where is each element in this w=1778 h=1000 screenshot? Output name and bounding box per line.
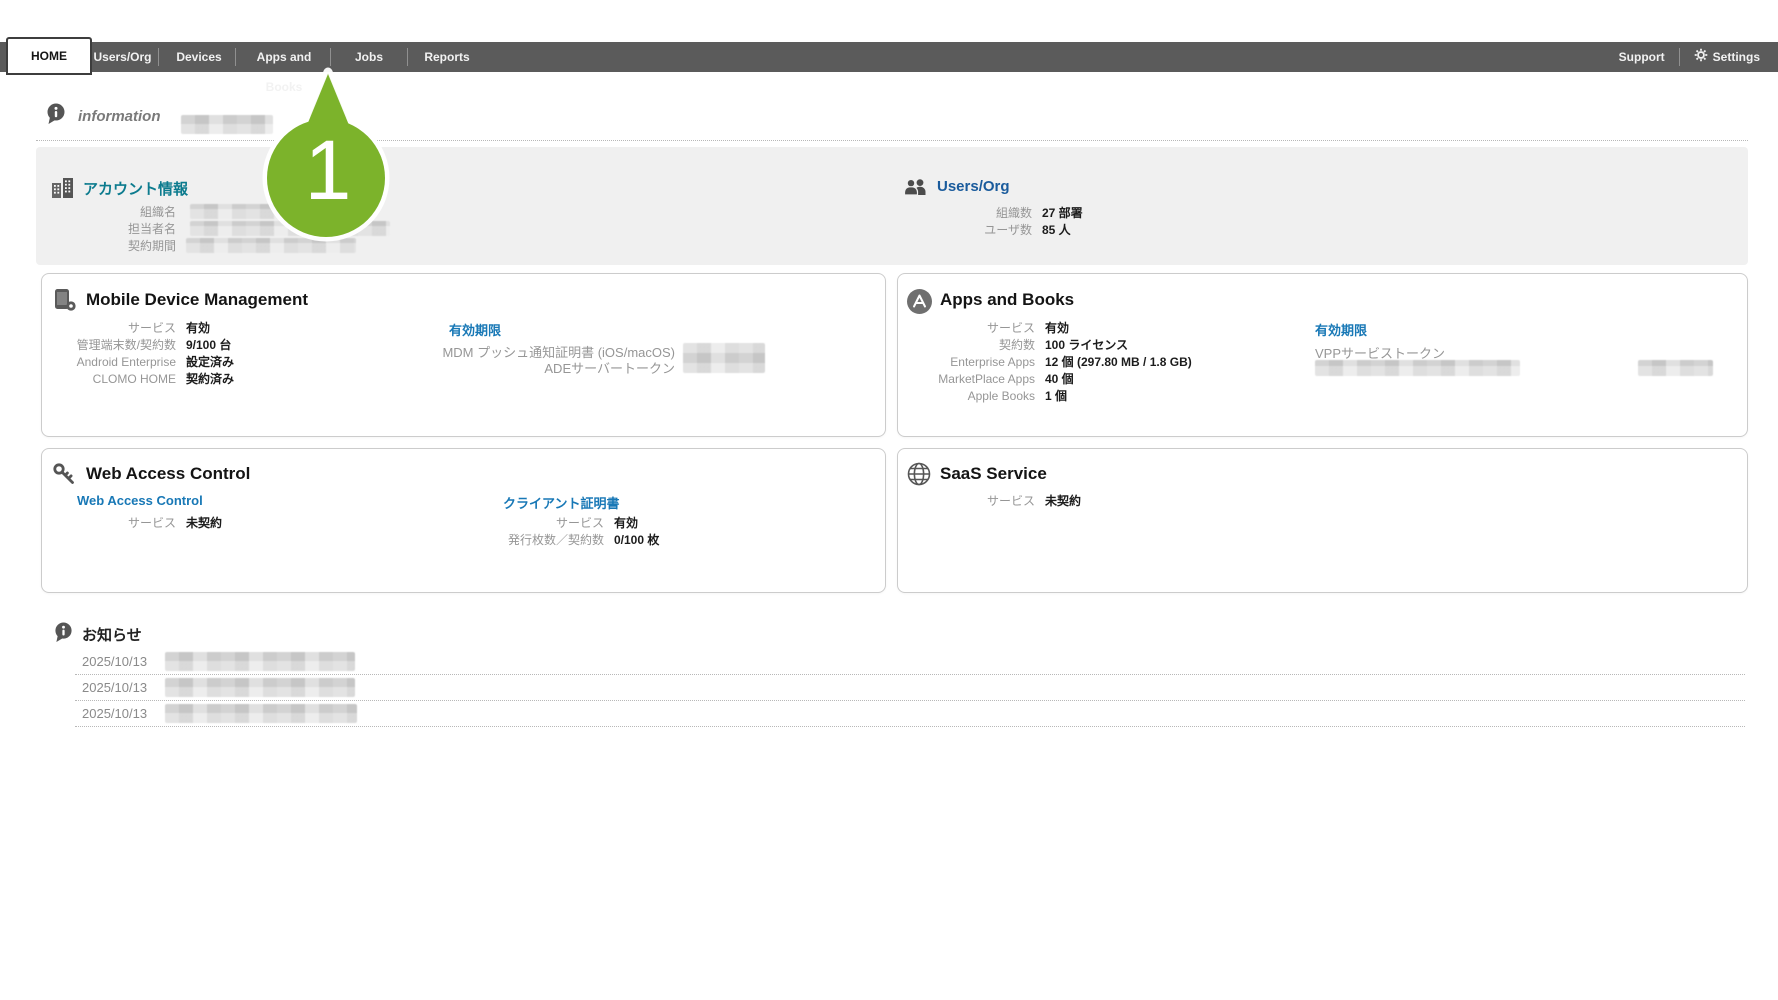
field-value: 40 個	[1045, 370, 1074, 387]
field-value: 未契約	[1045, 492, 1081, 509]
users-org-table: 組織数 27 部署 ユーザ数 85 人	[900, 204, 1083, 238]
tab-devices[interactable]: Devices	[163, 42, 235, 72]
web-access-left-table: サービス未契約	[51, 514, 222, 531]
field-value: 有効	[614, 514, 638, 531]
mobile-device-icon	[51, 288, 78, 320]
redacted-news-text	[165, 678, 355, 697]
account-row: 契約期間	[51, 237, 176, 254]
support-link[interactable]: Support	[1619, 50, 1665, 64]
field-value: 契約済み	[186, 370, 234, 387]
saas-service-table: サービス未契約	[909, 492, 1081, 509]
nav-separator	[235, 48, 236, 66]
key-icon	[52, 462, 76, 491]
apps-and-books-card-title: Apps and Books	[940, 290, 1074, 310]
redacted-news-text	[165, 704, 357, 723]
news-date: 2025/10/13	[82, 706, 147, 721]
news-heading: お知らせ	[82, 624, 142, 645]
account-row: 担当者名	[51, 220, 176, 237]
mdm-status-table: サービス有効 管理端末数/契約数 9/100 台 Android Enterpri…	[51, 319, 234, 387]
field-label: 組織名	[51, 203, 176, 220]
settings-label: Settings	[1713, 50, 1760, 64]
annotation-step-marker: 1	[248, 58, 408, 244]
news-item: 2025/10/13	[75, 649, 1745, 675]
account-row: 組織名	[51, 203, 176, 220]
field-value: 設定済み	[186, 353, 234, 370]
field-label: MarketPlace Apps	[909, 372, 1035, 386]
ade-server-token-label: ADEサーバートークン	[395, 358, 675, 374]
field-value: 9/100 台	[186, 336, 231, 353]
field-label: サービス	[909, 492, 1035, 509]
field-label: ユーザ数	[900, 221, 1032, 238]
news-item: 2025/10/13	[75, 675, 1745, 701]
redacted-mdm-cert-value	[683, 343, 765, 373]
field-value: 有効	[1045, 319, 1069, 336]
web-access-control-card-title: Web Access Control	[86, 464, 250, 484]
field-label: Android Enterprise	[51, 355, 176, 369]
tab-home-active[interactable]: HOME	[6, 37, 92, 75]
gear-icon	[1694, 48, 1708, 67]
information-heading: information	[78, 108, 161, 125]
field-value: 未契約	[186, 514, 222, 531]
field-label: 管理端末数/契約数	[51, 336, 176, 353]
news-date: 2025/10/13	[82, 680, 147, 695]
users-icon	[903, 178, 929, 201]
field-label: Enterprise Apps	[909, 355, 1035, 369]
field-value: 85 人	[1042, 221, 1071, 238]
tab-reports[interactable]: Reports	[411, 42, 483, 72]
field-label: Apple Books	[909, 389, 1035, 403]
web-access-control-link[interactable]: Web Access Control	[77, 493, 203, 508]
redacted-vpp-token	[1315, 360, 1520, 376]
vpp-expiry-link[interactable]: 有効期限	[1315, 320, 1367, 339]
news-bubble-icon	[54, 622, 73, 648]
redacted-vpp-date	[1638, 360, 1713, 376]
field-value: 1 個	[1045, 387, 1067, 404]
field-value: 12 個 (297.80 MB / 1.8 GB)	[1045, 353, 1192, 370]
buildings-icon	[51, 176, 75, 203]
account-info-table: 組織名 担当者名 契約期間	[51, 203, 176, 254]
field-label: サービス	[51, 319, 176, 336]
news-date: 2025/10/13	[82, 654, 147, 669]
users-org-row: 組織数 27 部署	[900, 204, 1083, 221]
field-label: サービス	[51, 514, 176, 531]
client-certificate-link[interactable]: クライアント証明書	[503, 493, 619, 512]
app-store-icon	[906, 288, 933, 320]
field-value: 27 部署	[1042, 204, 1083, 221]
mdm-push-cert-label: MDM プッシュ通知証明書 (iOS/macOS)	[395, 342, 675, 358]
news-item: 2025/10/13	[75, 701, 1745, 727]
saas-service-card-title: SaaS Service	[940, 464, 1047, 484]
globe-icon	[906, 461, 932, 492]
field-value: 100 ライセンス	[1045, 336, 1128, 353]
field-label: サービス	[909, 319, 1035, 336]
settings-link[interactable]: Settings	[1694, 48, 1760, 67]
mdm-card-title: Mobile Device Management	[86, 290, 308, 310]
mdm-cert-labels: MDM プッシュ通知証明書 (iOS/macOS) ADEサーバートークン	[395, 342, 675, 374]
client-certificate-table: サービス有効 発行枚数／契約数 0/100 枚	[430, 514, 659, 548]
field-label: 担当者名	[51, 220, 176, 237]
mdm-expiry-link[interactable]: 有効期限	[449, 320, 501, 339]
field-label: 契約数	[909, 336, 1035, 353]
field-label: 組織数	[900, 204, 1032, 221]
annotation-step-number: 1	[248, 128, 408, 212]
field-label: 契約期間	[51, 237, 176, 254]
apps-and-books-table: サービス有効 契約数 100 ライセンス Enterprise Apps 12 個 …	[909, 319, 1192, 404]
users-org-row: ユーザ数 85 人	[900, 221, 1083, 238]
users-org-heading: Users/Org	[937, 178, 1010, 195]
field-value: 有効	[186, 319, 210, 336]
redacted-news-text	[165, 652, 355, 671]
field-value: 0/100 枚	[614, 531, 659, 548]
field-label: 発行枚数／契約数	[430, 531, 604, 548]
account-info-heading: アカウント情報	[83, 178, 188, 199]
info-bubble-icon	[46, 103, 66, 130]
tab-users-org[interactable]: Users/Org	[85, 42, 160, 72]
field-label: CLOMO HOME	[51, 372, 176, 386]
field-label: サービス	[430, 514, 604, 531]
nav-separator	[1679, 48, 1680, 66]
nav-separator	[158, 48, 159, 66]
clomo-home-page: Users/Org Devices Apps and Books Jobs Re…	[0, 0, 1778, 1000]
